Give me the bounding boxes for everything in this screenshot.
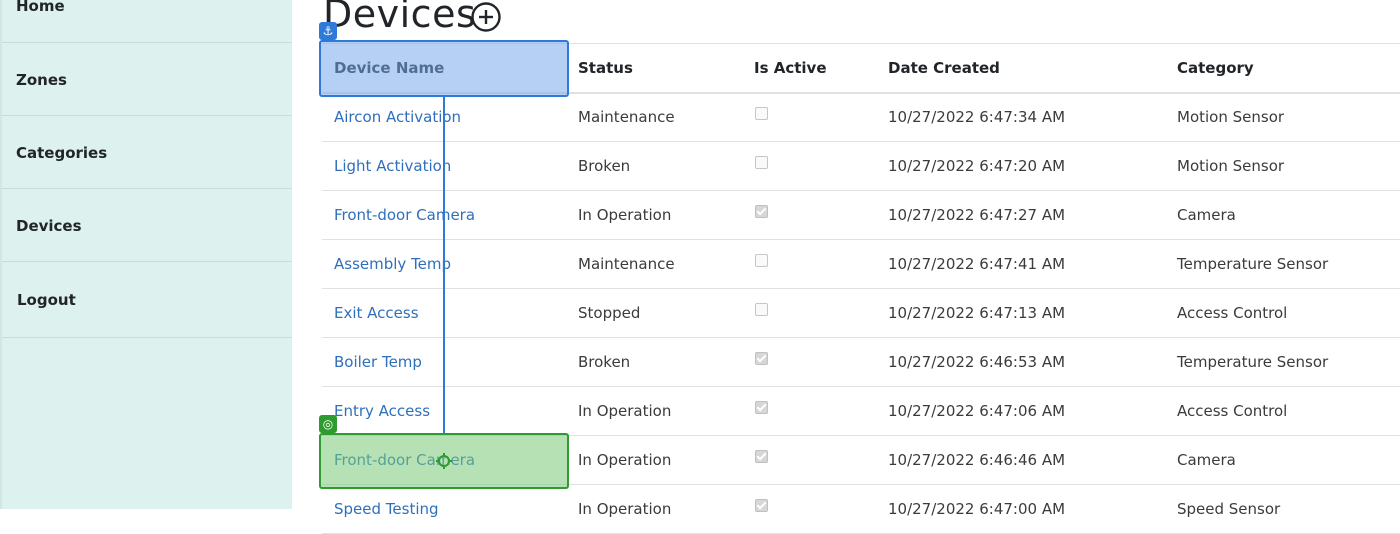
date-created-cell: 10/27/2022 6:47:06 AM [876, 386, 1165, 436]
is-active-checkbox [755, 107, 768, 121]
is-active-cell [742, 92, 876, 142]
status-cell: Maintenance [566, 239, 742, 289]
is-active-checkbox [755, 156, 768, 169]
is-active-checkbox [755, 303, 768, 316]
is-active-cell [742, 141, 876, 191]
status-cell: Stopped [566, 288, 742, 338]
category-cell: Camera [1165, 435, 1400, 485]
device-name-link[interactable]: Light Activation [334, 157, 451, 175]
device-name-link[interactable]: Exit Access [334, 304, 419, 322]
date-created-cell: 10/27/2022 6:47:00 AM [876, 484, 1165, 534]
column-header-status[interactable]: Status [566, 43, 742, 94]
table-row: Speed Testing In Operation 10/27/2022 6:47… [322, 484, 1400, 534]
table-header-row: Device Name Status Is Active Date Create… [322, 43, 1400, 94]
is-active-cell [742, 239, 876, 289]
table-row: Aircon Activation Maintenance 10/27/2022 6… [322, 92, 1400, 142]
is-active-checkbox [755, 499, 768, 512]
is-active-checkbox [755, 450, 768, 463]
sidebar-item-zones[interactable]: Zones [2, 43, 292, 116]
category-cell: Motion Sensor [1165, 92, 1400, 142]
category-cell: Speed Sensor [1165, 484, 1400, 534]
is-active-cell [742, 190, 876, 240]
device-name-link[interactable]: Front-door Camera [334, 451, 475, 469]
is-active-cell [742, 386, 876, 436]
device-name-link[interactable]: Speed Testing [334, 500, 439, 518]
anchor-icon: ⚓ [319, 22, 337, 40]
is-active-checkbox [755, 205, 768, 218]
is-active-cell [742, 435, 876, 485]
column-header-date-created[interactable]: Date Created [876, 43, 1165, 94]
sidebar-item-logout[interactable]: Logout [2, 262, 292, 338]
date-created-cell: 10/27/2022 6:46:46 AM [876, 435, 1165, 485]
is-active-checkbox [755, 401, 768, 414]
sidebar-item-label: Zones [16, 71, 67, 89]
device-name-link[interactable]: Boiler Temp [334, 353, 422, 371]
sidebar-item-label: Logout [17, 291, 76, 309]
is-active-cell [742, 484, 876, 534]
device-name-link[interactable]: Entry Access [334, 402, 430, 420]
device-name-link[interactable]: Assembly Temp [334, 255, 451, 273]
plus-circle-icon[interactable] [470, 1, 502, 33]
status-cell: Broken [566, 337, 742, 387]
target-icon: ◎ [319, 415, 337, 433]
column-header-category[interactable]: Category [1165, 43, 1400, 94]
is-active-cell [742, 288, 876, 338]
devices-table: Device Name Status Is Active Date Create… [322, 43, 1400, 534]
category-cell: Temperature Sensor [1165, 239, 1400, 289]
sidebar-item-label: Categories [16, 144, 108, 162]
table-row: Light Activation Broken 10/27/2022 6:47:20… [322, 141, 1400, 191]
table-row: Assembly Temp Maintenance 10/27/2022 6:47:… [322, 239, 1400, 289]
is-active-cell [742, 337, 876, 387]
date-created-cell: 10/27/2022 6:47:27 AM [876, 190, 1165, 240]
date-created-cell: 10/27/2022 6:47:20 AM [876, 141, 1165, 191]
sidebar-item-home[interactable]: Home [2, 0, 292, 43]
table-row: Front-door Camera In Operation 10/27/2022 … [322, 435, 1400, 485]
is-active-checkbox [755, 254, 768, 267]
date-created-cell: 10/27/2022 6:47:34 AM [876, 92, 1165, 142]
sidebar: Home Zones Categories Devices Logout [0, 0, 292, 509]
drag-path-line [443, 96, 445, 433]
date-created-cell: 10/27/2022 6:47:13 AM [876, 288, 1165, 338]
category-cell: Camera [1165, 190, 1400, 240]
table-row: Exit Access Stopped 10/27/2022 6:47:13 AM A… [322, 288, 1400, 338]
table-row: Entry Access In Operation 10/27/2022 6:47:… [322, 386, 1400, 436]
category-cell: Temperature Sensor [1165, 337, 1400, 387]
device-name-link[interactable]: Front-door Camera [334, 206, 475, 224]
sidebar-item-label: Home [16, 0, 65, 15]
category-cell: Access Control [1165, 386, 1400, 436]
device-name-link[interactable]: Aircon Activation [334, 108, 461, 126]
crosshair-icon [436, 453, 452, 469]
category-cell: Motion Sensor [1165, 141, 1400, 191]
column-header-is-active[interactable]: Is Active [742, 43, 876, 94]
category-cell: Access Control [1165, 288, 1400, 338]
table-row: Front-door Camera In Operation 10/27/2022 … [322, 190, 1400, 240]
status-cell: In Operation [566, 190, 742, 240]
status-cell: Maintenance [566, 92, 742, 142]
status-cell: Broken [566, 141, 742, 191]
sidebar-item-devices[interactable]: Devices [2, 189, 292, 262]
sidebar-item-label: Devices [16, 217, 82, 235]
status-cell: In Operation [566, 484, 742, 534]
status-cell: In Operation [566, 386, 742, 436]
date-created-cell: 10/27/2022 6:46:53 AM [876, 337, 1165, 387]
is-active-checkbox [755, 352, 768, 365]
page-title: Devices [323, 0, 477, 36]
device-name-cell: Speed Testing [322, 484, 566, 534]
table-row: Boiler Temp Broken 10/27/2022 6:46:53 AM Te… [322, 337, 1400, 387]
sidebar-item-categories[interactable]: Categories [2, 116, 292, 189]
column-header-device-name[interactable]: Device Name [322, 43, 566, 94]
date-created-cell: 10/27/2022 6:47:41 AM [876, 239, 1165, 289]
status-cell: In Operation [566, 435, 742, 485]
